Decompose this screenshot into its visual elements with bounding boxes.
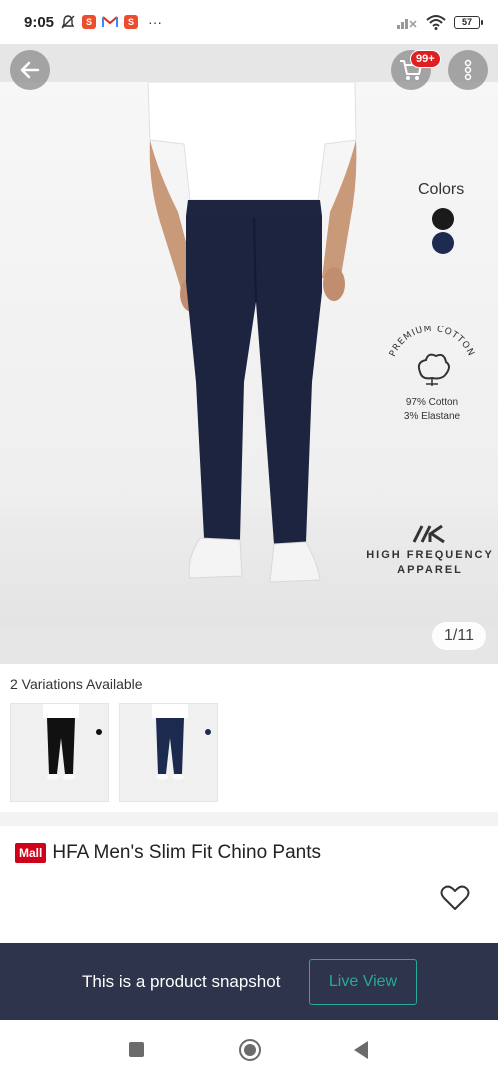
more-notifications-indicator: ···: [148, 14, 163, 30]
signal-icon: [397, 19, 417, 29]
brand-name: HIGH FREQUENCY APPAREL: [362, 548, 498, 578]
variant-black[interactable]: [10, 703, 109, 802]
battery-level: 57: [461, 17, 472, 27]
gmail-icon: [102, 16, 119, 27]
variant-navy[interactable]: [119, 703, 218, 802]
premium-cotton-badge: PREMIUM COTTON: [388, 326, 476, 386]
status-right: 57: [396, 14, 483, 30]
brand-line-2: APPAREL: [397, 564, 463, 576]
home-icon[interactable]: [239, 1039, 261, 1061]
shopee-icon: S: [82, 15, 97, 29]
section-divider: [0, 812, 498, 826]
composition-cotton: 97% Cotton: [405, 397, 459, 408]
premium-badge-text: PREMIUM COTTON: [388, 326, 475, 358]
back-arrow-icon: [20, 61, 40, 79]
variations-title: 2 Variations Available: [10, 676, 143, 692]
more-vertical-icon: [464, 59, 472, 81]
shopee-icon: S: [124, 15, 139, 29]
brand-line-1: HIGH FREQUENCY: [366, 549, 494, 561]
product-image-carousel[interactable]: 99+ Colors PREMIUM COTTON 97% Cotton 3% …: [0, 44, 498, 664]
wifi-icon: [426, 15, 446, 30]
composition: 97% Cotton 3% Elastane: [392, 396, 472, 424]
back-button[interactable]: [10, 50, 50, 90]
like-button[interactable]: [440, 884, 470, 912]
composition-elastane: 3% Elastane: [403, 411, 461, 422]
more-options-button[interactable]: [448, 50, 488, 90]
product-title: HFA Men's Slim Fit Chino Pants: [52, 842, 322, 863]
mall-badge: Mall: [15, 843, 47, 863]
colors-label: Colors: [418, 181, 465, 198]
recent-apps-icon[interactable]: [129, 1042, 144, 1057]
variant-thumbnail: [11, 704, 108, 801]
snapshot-bar: This is a product snapshot Live View: [0, 943, 498, 1020]
status-time: 9:05: [24, 13, 55, 31]
battery-icon: 57: [454, 15, 483, 29]
swatch-navy: [432, 232, 454, 254]
live-view-button[interactable]: Live View: [309, 959, 417, 1005]
variant-thumbnail: [120, 704, 217, 801]
cart-count-badge: 99+: [410, 50, 441, 68]
system-nav-bar: [0, 1020, 498, 1080]
svg-text:PREMIUM COTTON: PREMIUM COTTON: [388, 326, 476, 358]
brand-logo-icon: [412, 524, 445, 544]
snapshot-text: This is a product snapshot: [82, 972, 281, 991]
swatch-black: [432, 208, 454, 230]
notifications-off-icon: [61, 15, 75, 29]
product-title-row: Mall HFA Men's Slim Fit Chino Pants: [15, 842, 321, 864]
image-page-indicator: 1/11: [432, 622, 486, 650]
system-back-icon[interactable]: [354, 1041, 368, 1059]
status-left: 9:05 S S ···: [24, 14, 162, 31]
status-bar: 9:05 S S ··· 57: [0, 0, 498, 44]
heart-icon: [440, 885, 470, 910]
